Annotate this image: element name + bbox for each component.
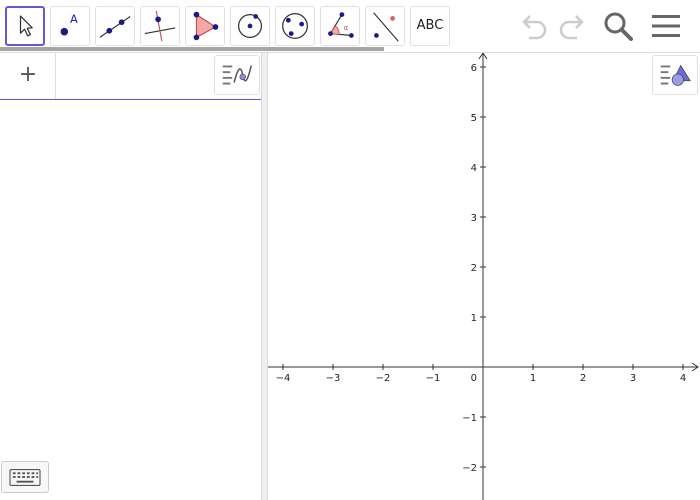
circle-center-icon	[237, 13, 263, 39]
svg-text:A: A	[70, 12, 78, 26]
polygon-icon	[193, 11, 219, 41]
y-tick-label: −2	[462, 463, 477, 474]
toolbar: A α ABC	[0, 0, 700, 52]
toolbar-scrollbar[interactable]	[0, 47, 384, 51]
reflect-icon	[373, 12, 399, 42]
coordinate-axes: −4 −3 −2 −1 1 2 3 4 1 2 3 4 5 6 −1 −2 0	[268, 53, 699, 500]
redo-icon	[559, 15, 584, 40]
text-tool-label: ABC	[416, 18, 444, 33]
graphics-style-icon	[660, 64, 691, 86]
search-icon	[604, 12, 633, 41]
geogebra-app: A α ABC + −4 −3 −2 −1 1 2 3 4 1 2 3 4 5 …	[0, 0, 700, 500]
graphics-view[interactable]: −4 −3 −2 −1 1 2 3 4 1 2 3 4 5 6 −1 −2 0	[268, 53, 700, 500]
circle-three-points-icon	[282, 13, 308, 39]
algebra-style-icon	[222, 65, 252, 85]
origin-label: 0	[471, 373, 477, 384]
perpendicular-line-tool-button[interactable]	[140, 6, 180, 46]
undo-icon	[522, 15, 547, 40]
graphics-style-button[interactable]	[652, 55, 698, 95]
algebra-view: +	[0, 53, 261, 500]
y-tick-label: 4	[471, 163, 477, 174]
perpendicular-line-icon	[144, 10, 176, 42]
undo-button[interactable]	[517, 8, 553, 44]
x-tick-label: −1	[426, 373, 441, 384]
y-tick-label: 2	[471, 263, 477, 274]
view-splitter[interactable]	[261, 53, 268, 500]
text-tool-button[interactable]: ABC	[410, 6, 450, 46]
keyboard-icon	[9, 468, 41, 486]
line-tool-button[interactable]	[95, 6, 135, 46]
reflect-tool-button[interactable]	[365, 6, 405, 46]
y-tick-label: 5	[471, 113, 477, 124]
x-tick-label: 4	[680, 373, 686, 384]
algebra-style-button[interactable]	[214, 55, 260, 95]
polygon-tool-button[interactable]	[185, 6, 225, 46]
angle-tool-button[interactable]: α	[320, 6, 360, 46]
x-tick-label: −2	[376, 373, 391, 384]
algebra-input-field[interactable]	[58, 57, 208, 95]
arrow-cursor-icon	[19, 15, 33, 37]
y-tick-label: 6	[471, 63, 477, 74]
angle-icon: α	[328, 12, 354, 38]
point-icon: A	[60, 12, 78, 36]
svg-text:α: α	[344, 24, 349, 32]
main-menu-button[interactable]	[648, 8, 684, 44]
point-tool-button[interactable]: A	[50, 6, 90, 46]
x-tick-label: 1	[530, 373, 536, 384]
plus-icon: +	[18, 62, 38, 87]
move-tool-button[interactable]	[5, 6, 45, 46]
y-tick-label: 1	[471, 313, 477, 324]
search-button[interactable]	[600, 8, 636, 44]
x-tick-label: −4	[276, 373, 291, 384]
add-input-button[interactable]: +	[0, 53, 56, 99]
virtual-keyboard-button[interactable]	[1, 461, 49, 493]
redo-button[interactable]	[553, 8, 589, 44]
x-tick-label: −3	[326, 373, 341, 384]
line-icon	[99, 16, 131, 38]
x-tick-label: 2	[580, 373, 586, 384]
algebra-input-row: +	[0, 53, 261, 100]
y-tick-label: −1	[462, 413, 477, 424]
circle-three-points-tool-button[interactable]	[275, 6, 315, 46]
x-tick-label: 3	[630, 373, 636, 384]
hamburger-menu-icon	[652, 15, 680, 37]
circle-center-point-tool-button[interactable]	[230, 6, 270, 46]
y-tick-label: 3	[471, 213, 477, 224]
